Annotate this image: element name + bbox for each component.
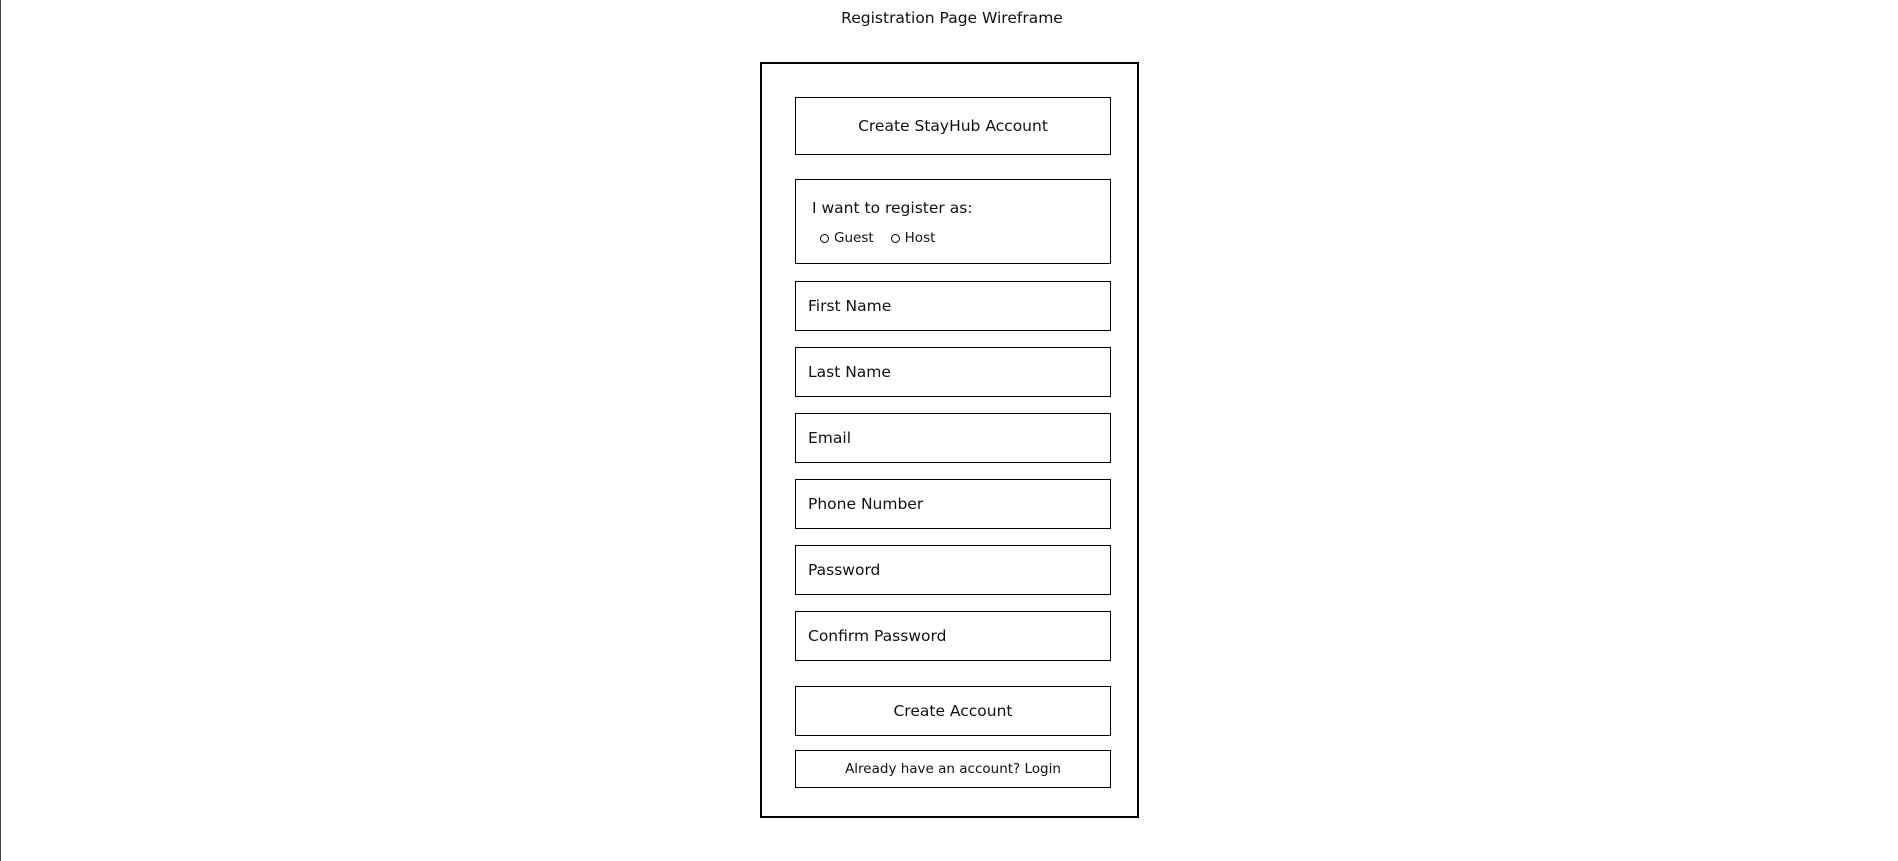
- last-name-field[interactable]: Last Name: [795, 347, 1111, 397]
- first-name-field[interactable]: First Name: [795, 281, 1111, 331]
- left-edge-line: [0, 0, 1, 861]
- first-name-placeholder: First Name: [808, 297, 892, 315]
- guest-radio-label: Guest: [834, 230, 874, 246]
- email-field[interactable]: Email: [795, 413, 1111, 463]
- phone-number-placeholder: Phone Number: [808, 495, 924, 513]
- email-placeholder: Email: [808, 429, 852, 447]
- role-option-guest[interactable]: Guest: [820, 230, 874, 246]
- guest-radio[interactable]: [820, 233, 829, 243]
- password-field[interactable]: Password: [795, 545, 1111, 595]
- password-placeholder: Password: [808, 561, 881, 579]
- login-link[interactable]: Already have an account? Login: [795, 750, 1111, 788]
- page-title: Registration Page Wireframe: [841, 9, 1063, 27]
- phone-number-field[interactable]: Phone Number: [795, 479, 1111, 529]
- role-options: Guest Host: [820, 230, 952, 246]
- last-name-placeholder: Last Name: [808, 363, 891, 381]
- host-radio[interactable]: [890, 233, 900, 243]
- role-label: I want to register as:: [812, 199, 973, 217]
- confirm-password-placeholder: Confirm Password: [808, 627, 947, 645]
- host-radio-label: Host: [904, 230, 936, 246]
- role-selector: I want to register as: Guest Host: [795, 179, 1111, 264]
- confirm-password-field[interactable]: Confirm Password: [795, 611, 1111, 661]
- form-header: Create StayHub Account: [795, 97, 1111, 155]
- create-account-button[interactable]: Create Account: [795, 686, 1111, 736]
- role-option-host[interactable]: Host: [890, 230, 936, 246]
- wireframe-frame: Create StayHub Account I want to registe…: [760, 62, 1139, 818]
